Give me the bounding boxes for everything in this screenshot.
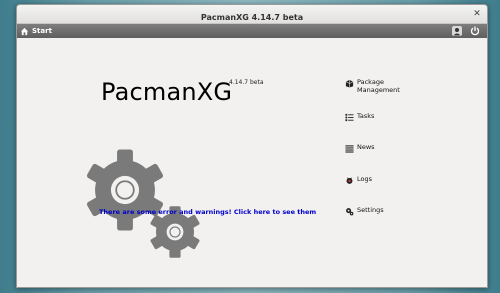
menu-item-settings[interactable]: Settings: [345, 206, 384, 216]
user-icon[interactable]: [451, 25, 463, 37]
start-button[interactable]: Start: [20, 24, 52, 38]
tasks-label: Tasks: [357, 112, 375, 120]
title-bar[interactable]: PacmanXG 4.14.7 beta ✕: [17, 5, 487, 24]
app-name: PacmanXG: [101, 78, 233, 106]
menu-item-logs[interactable]: Logs: [345, 175, 372, 185]
logs-label: Logs: [357, 175, 372, 183]
menu-item-package-management[interactable]: Package Management: [345, 78, 400, 94]
news-label: News: [357, 143, 375, 151]
logs-icon: [346, 177, 353, 184]
news-icon: [345, 145, 354, 153]
package-management-label-1: Package: [357, 78, 384, 86]
window-close-icon[interactable]: ✕: [471, 8, 483, 20]
window-title: PacmanXG 4.14.7 beta: [200, 13, 304, 22]
power-icon[interactable]: [469, 25, 481, 37]
toolbar: Start: [17, 24, 487, 38]
main-content: PacmanXG 4.14.7 beta There are some erro…: [17, 38, 487, 287]
start-label: Start: [32, 27, 52, 35]
tasks-icon: [345, 113, 354, 122]
menu-item-tasks[interactable]: Tasks: [345, 112, 374, 122]
package-management-label-2: Management: [357, 86, 400, 94]
package-icon: [345, 79, 354, 88]
home-icon: [20, 27, 29, 35]
errors-warnings-link[interactable]: There are some error and warnings! Click…: [99, 208, 316, 216]
menu-item-news[interactable]: News: [345, 143, 375, 153]
settings-label: Settings: [357, 206, 384, 214]
version-label: 4.14.7 beta: [229, 79, 264, 86]
app-window: PacmanXG 4.14.7 beta ✕ Start PacmanXG 4.…: [16, 4, 488, 288]
settings-icon: [346, 208, 354, 216]
